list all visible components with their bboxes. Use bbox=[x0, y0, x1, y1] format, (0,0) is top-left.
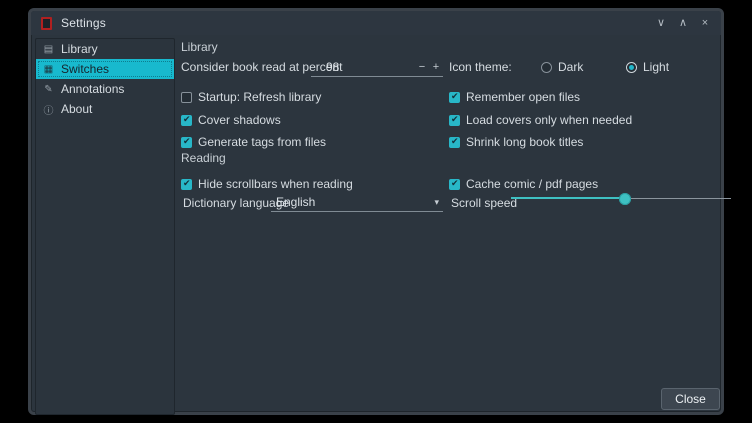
radio-label: Light bbox=[643, 60, 669, 74]
sidebar-item-annotations[interactable]: ✎ Annotations bbox=[36, 79, 174, 99]
sidebar-item-switches[interactable]: ▦ Switches bbox=[36, 59, 174, 79]
checkbox-generate-tags[interactable]: Generate tags from files bbox=[181, 134, 326, 150]
checkbox-icon[interactable] bbox=[181, 179, 192, 190]
checkbox-icon[interactable] bbox=[449, 137, 460, 148]
chevron-down-icon: ▾ bbox=[434, 197, 443, 208]
unshade-window-button[interactable]: ∧ bbox=[675, 15, 691, 31]
radio-label: Dark bbox=[558, 60, 583, 74]
checkbox-shrink-long-titles[interactable]: Shrink long book titles bbox=[449, 134, 583, 150]
close-button[interactable]: Close bbox=[661, 388, 720, 410]
checkbox-label: Cache comic / pdf pages bbox=[466, 177, 598, 191]
info-icon: ⓘ bbox=[43, 102, 54, 117]
pencil-icon: ✎ bbox=[43, 84, 54, 95]
checkbox-remember-open-files[interactable]: Remember open files bbox=[449, 89, 580, 105]
checkbox-label: Remember open files bbox=[466, 90, 580, 104]
book-icon: ▤ bbox=[43, 44, 54, 55]
checkbox-cover-shadows[interactable]: Cover shadows bbox=[181, 112, 281, 128]
checkbox-label: Startup: Refresh library bbox=[198, 90, 321, 104]
checkbox-label: Hide scrollbars when reading bbox=[198, 177, 353, 191]
sidebar-item-library[interactable]: ▤ Library bbox=[36, 39, 174, 59]
checkbox-icon[interactable] bbox=[449, 179, 460, 190]
dictionary-language-value: English bbox=[271, 195, 434, 209]
checkbox-label: Generate tags from files bbox=[198, 135, 326, 149]
icon-theme-label: Icon theme: bbox=[449, 60, 512, 74]
checkbox-icon[interactable] bbox=[181, 137, 192, 148]
checkbox-icon[interactable] bbox=[181, 92, 192, 103]
radio-icon-theme-dark[interactable]: Dark bbox=[541, 59, 583, 75]
close-window-button[interactable]: × bbox=[697, 15, 713, 31]
settings-window: Settings ∨ ∧ × ▤ Library ▦ Switches ✎ An… bbox=[28, 8, 724, 415]
checkbox-icon[interactable] bbox=[449, 115, 460, 126]
slider-fill bbox=[511, 197, 625, 199]
window-title: Settings bbox=[61, 16, 106, 30]
checkbox-label: Shrink long book titles bbox=[466, 135, 583, 149]
consider-read-spinbox[interactable]: − + bbox=[311, 57, 443, 77]
titlebar[interactable]: Settings ∨ ∧ × bbox=[31, 11, 721, 35]
spin-increment-button[interactable]: + bbox=[429, 61, 443, 73]
checkbox-startup-refresh-library[interactable]: Startup: Refresh library bbox=[181, 89, 321, 105]
scroll-speed-slider[interactable] bbox=[511, 192, 711, 206]
checkbox-hide-scrollbars[interactable]: Hide scrollbars when reading bbox=[181, 176, 353, 192]
checkbox-cache-comic-pdf[interactable]: Cache comic / pdf pages bbox=[449, 176, 598, 192]
scroll-speed-label: Scroll speed bbox=[451, 196, 517, 210]
shade-window-button[interactable]: ∨ bbox=[653, 15, 669, 31]
radio-icon[interactable] bbox=[626, 62, 637, 73]
checkbox-load-covers-when-needed[interactable]: Load covers only when needed bbox=[449, 112, 632, 128]
radio-icon[interactable] bbox=[541, 62, 552, 73]
checkbox-icon[interactable] bbox=[449, 92, 460, 103]
icon-theme-label-row: Icon theme: bbox=[449, 59, 512, 75]
slider-handle[interactable] bbox=[619, 193, 631, 205]
library-group-title: Library bbox=[181, 40, 218, 54]
window-controls: ∨ ∧ × bbox=[653, 15, 713, 31]
app-logo-icon bbox=[41, 17, 52, 30]
dictionary-language-select[interactable]: English ▾ bbox=[271, 193, 443, 212]
switches-icon: ▦ bbox=[43, 64, 54, 75]
spin-decrement-button[interactable]: − bbox=[415, 61, 429, 73]
sidebar-item-about[interactable]: ⓘ About bbox=[36, 99, 174, 119]
sidebar-item-label: Switches bbox=[61, 62, 109, 76]
consider-read-input[interactable] bbox=[311, 60, 415, 74]
sidebar-item-label: Annotations bbox=[61, 82, 124, 96]
checkbox-label: Cover shadows bbox=[198, 113, 281, 127]
sidebar-item-label: Library bbox=[61, 42, 98, 56]
radio-icon-theme-light[interactable]: Light bbox=[626, 59, 669, 75]
checkbox-icon[interactable] bbox=[181, 115, 192, 126]
settings-sidebar: ▤ Library ▦ Switches ✎ Annotations ⓘ Abo… bbox=[35, 38, 175, 415]
sidebar-item-label: About bbox=[61, 102, 92, 116]
reading-group-title: Reading bbox=[181, 151, 226, 165]
scroll-speed-label-row: Scroll speed bbox=[451, 195, 517, 211]
checkbox-label: Load covers only when needed bbox=[466, 113, 632, 127]
